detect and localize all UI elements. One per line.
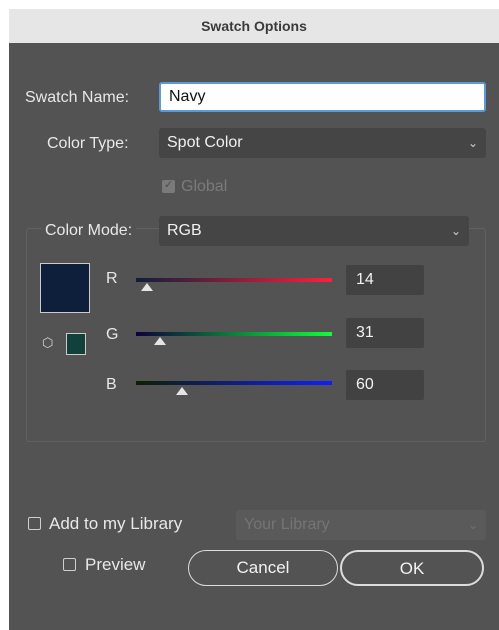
library-placeholder: Your Library <box>244 516 330 533</box>
swatch-name-input[interactable]: Navy <box>159 82 486 112</box>
swatch-name-label: Swatch Name: <box>25 89 130 106</box>
channel-r-value[interactable]: 14 <box>346 265 424 295</box>
channel-b-label: B <box>106 376 117 393</box>
color-mode-value: RGB <box>167 222 202 239</box>
out-of-gamut-swatch[interactable] <box>66 333 86 355</box>
preview-checkbox[interactable] <box>63 558 76 571</box>
cancel-button[interactable]: Cancel <box>188 550 338 586</box>
preview-label: Preview <box>85 555 146 574</box>
current-color-swatch <box>40 263 90 313</box>
chevron-down-icon: ⌄ <box>467 518 478 532</box>
color-mode-label: Color Mode: <box>41 222 137 240</box>
chevron-down-icon: ⌄ <box>467 136 478 150</box>
ok-button[interactable]: OK <box>340 550 484 586</box>
channel-r-thumb[interactable] <box>140 283 153 291</box>
channel-g-thumb[interactable] <box>153 337 166 345</box>
library-dropdown[interactable]: Your Library ⌄ <box>236 510 486 540</box>
global-label: Global <box>181 178 228 195</box>
dialog-title: Swatch Options <box>9 9 499 43</box>
chevron-down-icon: ⌄ <box>450 224 461 238</box>
add-to-library-label: Add to my Library <box>49 514 183 533</box>
color-type-dropdown[interactable]: Spot Color ⌄ <box>159 128 486 158</box>
channel-g-label: G <box>106 326 119 343</box>
color-type-label: Color Type: <box>47 135 129 152</box>
channel-r-slider[interactable] <box>136 278 332 282</box>
global-checkbox[interactable]: ✓ <box>162 179 175 193</box>
color-mode-dropdown[interactable]: RGB ⌄ <box>159 216 469 246</box>
channel-g-value[interactable]: 31 <box>346 318 424 348</box>
color-type-value: Spot Color <box>167 134 243 151</box>
channel-b-slider[interactable] <box>136 381 332 385</box>
channel-r-label: R <box>106 270 118 287</box>
channel-b-thumb[interactable] <box>176 387 189 395</box>
channel-g-slider[interactable] <box>136 332 332 336</box>
checkmark-icon: ✓ <box>164 179 174 191</box>
channel-b-value[interactable]: 60 <box>346 370 424 400</box>
add-to-library-checkbox[interactable] <box>28 517 41 530</box>
cube-icon[interactable]: ⬡ <box>42 335 53 351</box>
